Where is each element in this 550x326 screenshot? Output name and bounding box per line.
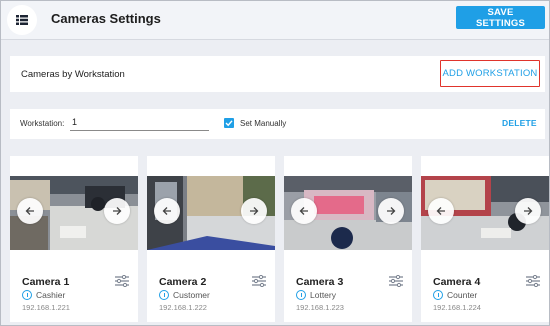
camera-ip: 192.168.1.221 (22, 303, 70, 312)
tune-settings-icon[interactable] (389, 275, 403, 287)
camera-preview (284, 176, 412, 250)
next-arrow-button[interactable] (104, 198, 130, 224)
camera-name: Camera 4 (433, 276, 481, 288)
tune-settings-icon[interactable] (115, 275, 129, 287)
tune-settings-icon[interactable] (252, 275, 266, 287)
workstation-label: Workstation: (20, 119, 65, 128)
camera-ip: 192.168.1.224 (433, 303, 481, 312)
camera-info: Camera 2 Customer 192.168.1.222 (147, 261, 275, 321)
set-manually-checkbox[interactable] (224, 118, 234, 128)
check-icon (225, 120, 233, 127)
info-icon (433, 290, 443, 300)
camera-info: Camera 4 Counter 192.168.1.224 (421, 261, 549, 321)
workstation-input[interactable] (70, 115, 209, 131)
arrow-right-icon (524, 207, 533, 215)
camera-ip: 192.168.1.223 (296, 303, 344, 312)
next-arrow-button[interactable] (378, 198, 404, 224)
info-icon (159, 290, 169, 300)
previous-arrow-button[interactable] (17, 198, 43, 224)
camera-role: Lottery (310, 290, 336, 300)
delete-button[interactable]: DELETE (502, 118, 537, 128)
arrow-left-icon (299, 207, 308, 215)
page-title: Cameras Settings (51, 11, 161, 26)
info-icon (296, 290, 306, 300)
set-manually-label: Set Manually (240, 119, 287, 128)
workstations-label: Cameras by Workstation (21, 69, 125, 80)
camera-role: Customer (173, 290, 210, 300)
camera-ip: 192.168.1.222 (159, 303, 207, 312)
previous-arrow-button[interactable] (428, 198, 454, 224)
add-workstation-button[interactable]: ADD WORKSTATION (440, 60, 540, 87)
camera-card: Camera 2 Customer 192.168.1.222 (147, 156, 275, 322)
camera-role: Cashier (36, 290, 66, 300)
grid-list-icon (16, 15, 28, 25)
arrow-right-icon (387, 207, 396, 215)
arrow-left-icon (162, 207, 171, 215)
workstations-panel: Cameras by Workstation ADD WORKSTATION (10, 56, 545, 92)
header-bar: Cameras Settings SAVE SETTINGS (1, 1, 549, 40)
info-icon (22, 290, 32, 300)
camera-name: Camera 2 (159, 276, 207, 288)
previous-arrow-button[interactable] (154, 198, 180, 224)
arrow-right-icon (250, 207, 259, 215)
camera-card: Camera 4 Counter 192.168.1.224 (421, 156, 549, 322)
arrow-left-icon (436, 207, 445, 215)
app-window: Cameras Settings SAVE SETTINGS Cameras b… (0, 0, 550, 326)
tune-settings-icon[interactable] (526, 275, 540, 287)
camera-role: Counter (447, 290, 478, 300)
camera-preview (147, 176, 275, 250)
camera-info: Camera 1 Cashier 192.168.1.221 (10, 261, 138, 321)
camera-preview (10, 176, 138, 250)
next-arrow-button[interactable] (515, 198, 541, 224)
camera-card: Camera 3 Lottery 192.168.1.223 (284, 156, 412, 322)
arrow-left-icon (25, 207, 34, 215)
menu-button[interactable] (7, 5, 37, 35)
camera-card: Camera 1 Cashier 192.168.1.221 (10, 156, 138, 322)
camera-name: Camera 3 (296, 276, 344, 288)
next-arrow-button[interactable] (241, 198, 267, 224)
save-settings-button[interactable]: SAVE SETTINGS (456, 6, 545, 29)
camera-info: Camera 3 Lottery 192.168.1.223 (284, 261, 412, 321)
camera-name: Camera 1 (22, 276, 70, 288)
camera-preview (421, 176, 549, 250)
arrow-right-icon (113, 207, 122, 215)
workstation-row: Workstation: Set Manually DELETE (10, 109, 545, 139)
previous-arrow-button[interactable] (291, 198, 317, 224)
